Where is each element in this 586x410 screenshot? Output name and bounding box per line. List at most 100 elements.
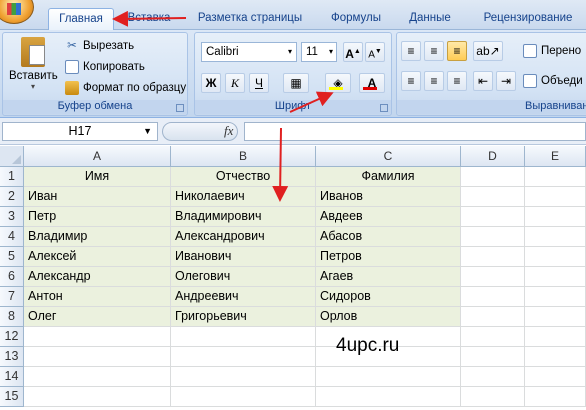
cell-c1[interactable]: Фамилия [316, 167, 461, 187]
cell-b1[interactable]: Отчество [171, 167, 316, 187]
format-painter-button[interactable]: Формат по образцу [65, 79, 186, 97]
decrease-indent-icon[interactable]: ⇤ [473, 71, 493, 91]
cell-b3[interactable]: Владимирович [171, 207, 316, 227]
insert-function-icon[interactable]: fx [224, 123, 233, 139]
cell-e5[interactable] [525, 247, 586, 267]
cell-d14[interactable] [461, 367, 525, 387]
row-header-6[interactable]: 6 [0, 267, 24, 287]
align-middle-icon[interactable]: ≡ [424, 41, 444, 61]
cell-a5[interactable]: Алексей [24, 247, 171, 267]
copy-button[interactable]: Копировать [65, 58, 145, 76]
cell-b6[interactable]: Олегович [171, 267, 316, 287]
cell-a14[interactable] [24, 367, 171, 387]
cell-a4[interactable]: Владимир [24, 227, 171, 247]
name-box[interactable]: H17 ▼ [2, 122, 158, 141]
row-header-14[interactable]: 14 [0, 367, 24, 387]
increase-indent-icon[interactable]: ⇥ [496, 71, 516, 91]
row-header-3[interactable]: 3 [0, 207, 24, 227]
cell-d7[interactable] [461, 287, 525, 307]
row-header-12[interactable]: 12 [0, 327, 24, 347]
cell-c15[interactable] [316, 387, 461, 407]
cell-c4[interactable]: Абасов [316, 227, 461, 247]
cell-e1[interactable] [525, 167, 586, 187]
bold-button[interactable]: Ж [201, 73, 221, 93]
align-right-icon[interactable]: ≡ [447, 71, 467, 91]
cell-c2[interactable]: Иванов [316, 187, 461, 207]
column-header-d[interactable]: D [461, 146, 525, 167]
tab-insert[interactable]: Вставка [124, 8, 174, 30]
grow-font-icon[interactable]: A▲ [343, 42, 363, 62]
select-all-corner[interactable] [0, 146, 24, 167]
cell-c14[interactable] [316, 367, 461, 387]
cell-b4[interactable]: Александрович [171, 227, 316, 247]
cell-a3[interactable]: Петр [24, 207, 171, 227]
cell-e4[interactable] [525, 227, 586, 247]
tab-review[interactable]: Рецензирование [470, 8, 586, 30]
cell-b2[interactable]: Николаевич [171, 187, 316, 207]
office-button[interactable] [0, 0, 34, 24]
merge-button[interactable]: Объеди [523, 72, 583, 90]
cut-button[interactable]: ✂ Вырезать [65, 37, 134, 55]
paste-button[interactable]: Вставить ▾ [9, 37, 58, 91]
cell-b12[interactable] [171, 327, 316, 347]
font-size-select[interactable]: 11 ▾ [301, 42, 337, 62]
cell-b8[interactable]: Григорьевич [171, 307, 316, 327]
align-top-icon[interactable]: ≡ [401, 41, 421, 61]
cell-e12[interactable] [525, 327, 586, 347]
row-header-15[interactable]: 15 [0, 387, 24, 407]
cell-a15[interactable] [24, 387, 171, 407]
orientation-icon[interactable]: ab↗ [473, 41, 503, 61]
column-header-e[interactable]: E [525, 146, 586, 167]
cell-d4[interactable] [461, 227, 525, 247]
cell-a8[interactable]: Олег [24, 307, 171, 327]
cell-b5[interactable]: Иванович [171, 247, 316, 267]
align-center-icon[interactable]: ≡ [424, 71, 444, 91]
cell-e7[interactable] [525, 287, 586, 307]
row-header-1[interactable]: 1 [0, 167, 24, 187]
cell-c3[interactable]: Авдеев [316, 207, 461, 227]
font-color-icon[interactable]: A [359, 73, 385, 93]
cell-d8[interactable] [461, 307, 525, 327]
column-header-b[interactable]: B [171, 146, 316, 167]
cell-a12[interactable] [24, 327, 171, 347]
cell-d13[interactable] [461, 347, 525, 367]
cell-c8[interactable]: Орлов [316, 307, 461, 327]
cell-b7[interactable]: Андреевич [171, 287, 316, 307]
cell-a7[interactable]: Антон [24, 287, 171, 307]
font-launcher-icon[interactable] [380, 104, 388, 112]
row-header-4[interactable]: 4 [0, 227, 24, 247]
cell-d5[interactable] [461, 247, 525, 267]
cell-e8[interactable] [525, 307, 586, 327]
cell-e3[interactable] [525, 207, 586, 227]
tab-formulas[interactable]: Формулы [322, 8, 390, 30]
cell-d2[interactable] [461, 187, 525, 207]
row-header-2[interactable]: 2 [0, 187, 24, 207]
column-header-a[interactable]: A [24, 146, 171, 167]
row-header-7[interactable]: 7 [0, 287, 24, 307]
cell-c6[interactable]: Агаев [316, 267, 461, 287]
cell-e15[interactable] [525, 387, 586, 407]
wrap-text-button[interactable]: Перено [523, 42, 581, 60]
cell-c7[interactable]: Сидоров [316, 287, 461, 307]
cell-a13[interactable] [24, 347, 171, 367]
tab-page-layout[interactable]: Разметка страницы [192, 8, 308, 30]
underline-button[interactable]: Ч [249, 73, 269, 93]
align-bottom-icon[interactable]: ≡ [447, 41, 467, 61]
fill-color-icon[interactable]: ◈ [325, 73, 351, 93]
cell-d15[interactable] [461, 387, 525, 407]
cell-b14[interactable] [171, 367, 316, 387]
cell-d12[interactable] [461, 327, 525, 347]
cell-a1[interactable]: Имя [24, 167, 171, 187]
tab-data[interactable]: Данные [400, 8, 460, 30]
font-name-select[interactable]: Calibri ▾ [201, 42, 297, 62]
row-header-5[interactable]: 5 [0, 247, 24, 267]
formula-input[interactable] [244, 122, 586, 141]
cell-e14[interactable] [525, 367, 586, 387]
column-header-c[interactable]: C [316, 146, 461, 167]
align-left-icon[interactable]: ≡ [401, 71, 421, 91]
tab-home[interactable]: Главная [48, 8, 114, 30]
cell-c5[interactable]: Петров [316, 247, 461, 267]
borders-icon[interactable]: ▦ [283, 73, 309, 93]
cell-e2[interactable] [525, 187, 586, 207]
cell-e6[interactable] [525, 267, 586, 287]
